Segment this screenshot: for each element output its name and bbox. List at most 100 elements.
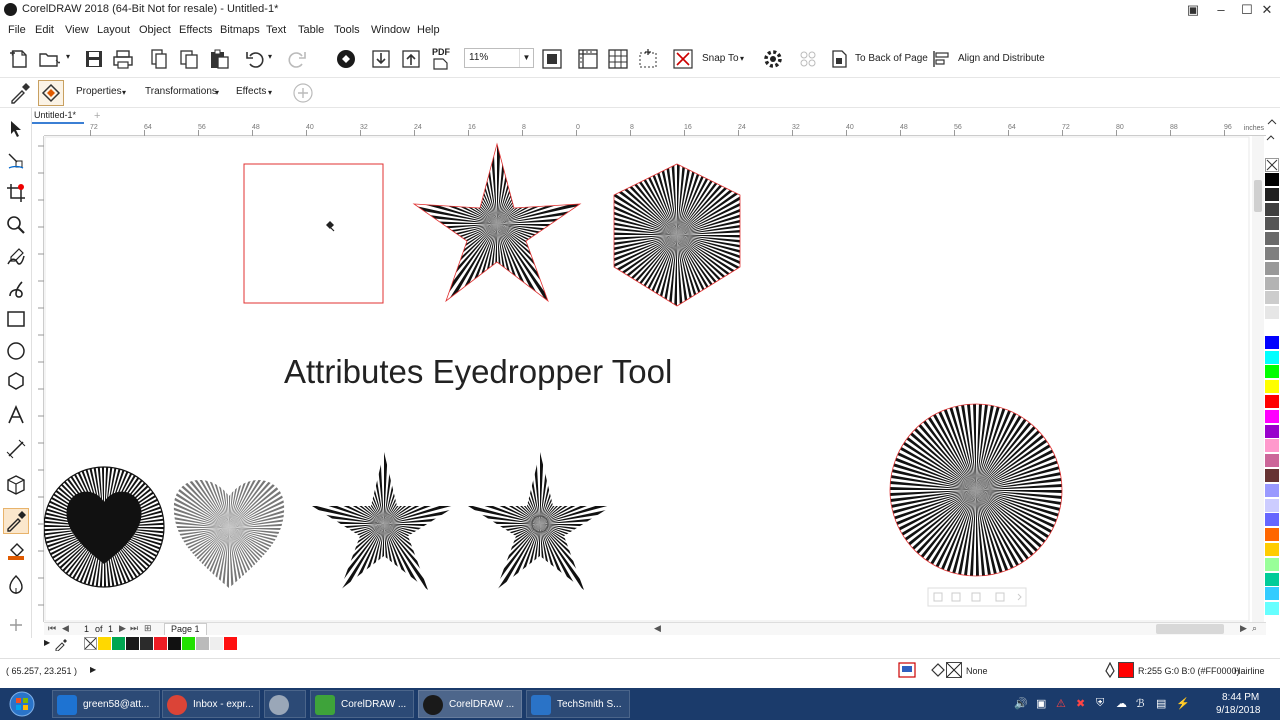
doc-palette-swatch[interactable]	[126, 637, 139, 650]
palette-swatch[interactable]	[1265, 321, 1279, 335]
doc-palette-swatch[interactable]	[154, 637, 167, 650]
attributes-eyedropper-toggle[interactable]	[38, 80, 64, 106]
status-expand-icon[interactable]: ▶	[90, 665, 96, 674]
outline-color-swatch[interactable]	[1118, 662, 1134, 678]
first-page-icon[interactable]: ⏮	[48, 623, 56, 634]
open-folder-icon[interactable]	[38, 48, 60, 70]
add-page-icon[interactable]: ⊞	[144, 623, 152, 634]
palette-swatch[interactable]	[1265, 543, 1279, 557]
effects-chevron-icon[interactable]: ▾	[268, 88, 272, 97]
clock-time[interactable]: 8:44 PM	[1222, 692, 1259, 703]
palette-arrows-icon[interactable]	[1264, 114, 1280, 154]
palette-swatch[interactable]	[1265, 202, 1279, 217]
fill-none-swatch[interactable]	[946, 662, 962, 678]
blend-tool-icon[interactable]	[5, 474, 27, 496]
cut-icon[interactable]	[148, 48, 170, 70]
palette-swatch[interactable]	[1265, 350, 1279, 365]
palette-swatch[interactable]	[1265, 513, 1279, 528]
palette-swatch[interactable]	[1265, 409, 1279, 424]
palette-swatch[interactable]	[1265, 335, 1279, 350]
align-distribute-button[interactable]: Align and Distribute	[958, 53, 1045, 64]
color-proof-icon[interactable]	[898, 662, 916, 678]
restore-panel-icon[interactable]: ▣	[1180, 0, 1206, 20]
tray-app-icon[interactable]: ▣	[1036, 697, 1046, 710]
drawing-canvas[interactable]: Attributes Eyedropper Tool	[44, 136, 1252, 622]
prev-page-icon[interactable]: ◀	[62, 623, 69, 634]
interactive-fill-tool-icon[interactable]	[5, 540, 27, 562]
zoom-tool-icon[interactable]	[5, 214, 27, 236]
transformations-chevron-icon[interactable]: ▾	[215, 88, 219, 97]
palette-swatch[interactable]	[1265, 173, 1279, 187]
show-grid-icon[interactable]	[607, 48, 629, 70]
power-icon[interactable]: ⚡	[1176, 697, 1190, 710]
menu-table[interactable]: Table	[298, 24, 324, 36]
tray-alert-icon[interactable]: ⚠	[1056, 697, 1066, 710]
doc-palette-swatch[interactable]	[112, 637, 125, 650]
new-tab-plus-icon[interactable]: +	[94, 110, 100, 122]
export-icon[interactable]	[400, 48, 422, 70]
menu-file[interactable]: File	[8, 24, 26, 36]
bluetooth-icon[interactable]: ℬ	[1136, 697, 1145, 710]
to-back-of-page-button[interactable]: To Back of Page	[855, 53, 928, 64]
palette-swatch[interactable]	[1265, 557, 1279, 572]
palette-swatch[interactable]	[1265, 232, 1279, 247]
menu-edit[interactable]: Edit	[35, 24, 54, 36]
menu-effects[interactable]: Effects	[179, 24, 212, 36]
parallel-dimension-tool-icon[interactable]	[5, 438, 27, 460]
paste-icon[interactable]	[208, 48, 230, 70]
menu-help[interactable]: Help	[417, 24, 440, 36]
minimize-button[interactable]: –	[1208, 0, 1234, 20]
palette-swatch[interactable]	[1265, 469, 1279, 483]
menu-text[interactable]: Text	[266, 24, 286, 36]
vertical-scrollbar[interactable]	[1252, 136, 1264, 622]
import-icon[interactable]	[370, 48, 392, 70]
taskbar-item-app[interactable]	[264, 690, 306, 718]
palette-swatch[interactable]	[1265, 572, 1279, 587]
taskbar-item-techsmith[interactable]: TechSmith S...	[526, 690, 630, 718]
menu-tools[interactable]: Tools	[334, 24, 360, 36]
effects-dropdown[interactable]: Effects	[236, 86, 266, 97]
horizontal-scroll-thumb[interactable]	[1156, 624, 1224, 634]
doc-palette-menu-icon[interactable]: ▶	[44, 638, 50, 647]
palette-swatch[interactable]	[1265, 454, 1279, 469]
properties-chevron-icon[interactable]: ▾	[122, 88, 126, 97]
scroll-right-icon[interactable]: ▶	[1240, 623, 1247, 634]
eyedropper-tool-active[interactable]	[3, 508, 29, 534]
palette-no-color-swatch[interactable]	[1265, 158, 1279, 172]
doc-palette-swatch[interactable]	[168, 637, 181, 650]
volume-icon[interactable]: 🔊	[1014, 697, 1028, 710]
search-content-icon[interactable]	[335, 48, 357, 70]
doc-palette-no-color[interactable]	[84, 637, 97, 650]
palette-swatch[interactable]	[1265, 306, 1279, 321]
crop-tool-icon[interactable]	[5, 182, 27, 204]
snap-to-dropdown[interactable]: Snap To	[702, 53, 739, 64]
last-page-icon[interactable]: ⏭	[130, 623, 138, 634]
color-eyedropper-icon[interactable]	[8, 81, 32, 105]
rectangle-tool-icon[interactable]	[5, 308, 27, 330]
pick-tool-icon[interactable]	[5, 118, 27, 140]
properties-dropdown[interactable]: Properties	[76, 86, 122, 97]
zoom-navigator-icon[interactable]: ⌕	[1252, 623, 1257, 634]
palette-swatch[interactable]	[1265, 528, 1279, 543]
palette-swatch[interactable]	[1265, 365, 1279, 380]
taskbar-item-coreldraw-2[interactable]: CorelDRAW ...	[418, 690, 522, 718]
taskbar-item-chrome[interactable]: Inbox - expr...	[162, 690, 260, 718]
palette-swatch[interactable]	[1265, 483, 1279, 498]
text-tool-icon[interactable]	[5, 404, 27, 426]
options-gear-icon[interactable]	[762, 48, 784, 70]
polygon-tool-icon[interactable]	[5, 370, 27, 392]
menu-object[interactable]: Object	[139, 24, 171, 36]
menu-layout[interactable]: Layout	[97, 24, 130, 36]
tray-x-icon[interactable]: ✖	[1076, 697, 1085, 710]
show-rulers-icon[interactable]	[577, 48, 599, 70]
add-tool-plus-icon[interactable]	[5, 614, 27, 636]
palette-swatch[interactable]	[1265, 247, 1279, 261]
palette-swatch[interactable]	[1265, 261, 1279, 276]
palette-swatch[interactable]	[1265, 424, 1279, 439]
undo-icon[interactable]	[244, 48, 266, 70]
align-distribute-icon[interactable]	[931, 48, 953, 70]
doc-palette-swatch[interactable]	[182, 637, 195, 650]
show-guidelines-icon[interactable]	[637, 48, 659, 70]
freehand-tool-icon[interactable]	[5, 246, 27, 268]
menu-window[interactable]: Window	[371, 24, 410, 36]
